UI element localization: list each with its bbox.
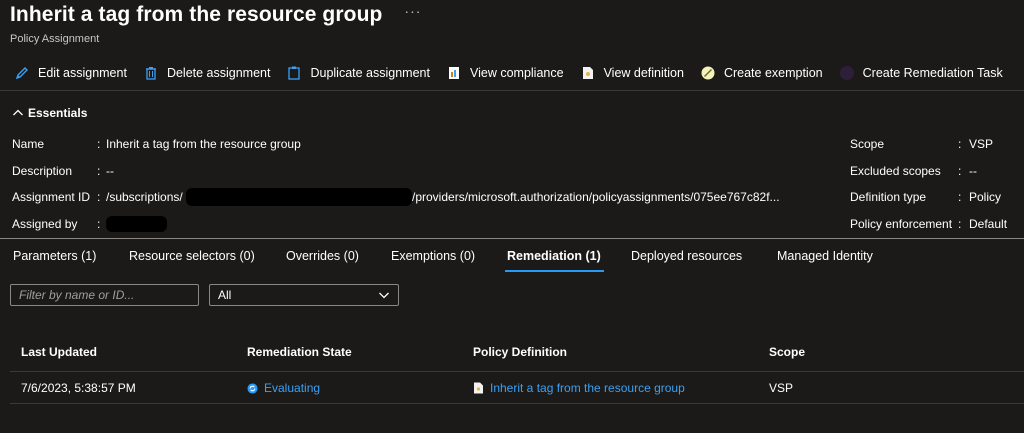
filter-input[interactable]: Filter by name or ID... <box>10 284 199 306</box>
column-header-remediation-state[interactable]: Remediation State <box>247 345 352 359</box>
policy-definition-link[interactable]: Inherit a tag from the resource group <box>490 381 685 395</box>
essentials-row-policy-enforcement: Policy enforcement : Default <box>0 217 1024 233</box>
compliance-report-icon <box>446 65 462 81</box>
column-header-scope[interactable]: Scope <box>769 345 805 359</box>
state-filter-dropdown[interactable]: All <box>209 284 399 306</box>
delete-assignment-label: Delete assignment <box>166 66 271 80</box>
essentials-row-definition-type: Definition type : Policy <box>0 190 1024 206</box>
column-header-policy-definition[interactable]: Policy Definition <box>473 345 567 359</box>
create-exemption-button[interactable]: Create exemption <box>700 65 823 81</box>
create-remediation-task-button[interactable]: Create Remediation Task <box>839 65 1003 81</box>
chevron-up-icon <box>12 108 24 118</box>
essentials-colon: : <box>958 164 962 178</box>
scope-cell: VSP <box>769 381 794 395</box>
essentials-toggle[interactable]: Essentials <box>12 106 87 120</box>
document-icon <box>473 382 484 394</box>
chevron-down-icon <box>378 289 390 304</box>
exemption-icon <box>700 65 716 81</box>
duplicate-assignment-label: Duplicate assignment <box>310 66 430 80</box>
essentials-label: Excluded scopes <box>850 164 941 178</box>
view-compliance-label: View compliance <box>469 66 564 80</box>
last-updated-cell: 7/6/2023, 5:38:57 PM <box>21 381 136 395</box>
command-bar: Edit assignment Delete assignment Duplic… <box>14 62 1019 84</box>
view-definition-button[interactable]: View definition <box>580 65 684 81</box>
essentials-label: Policy enforcement <box>850 217 953 231</box>
policy-definition-cell[interactable]: Inherit a tag from the resource group <box>473 381 685 395</box>
active-tab-indicator <box>505 270 604 272</box>
page-subtitle: Policy Assignment <box>10 33 100 45</box>
essentials-title: Essentials <box>28 106 88 120</box>
scope-value: VSP <box>969 137 994 151</box>
state-filter-value: All <box>218 288 232 302</box>
trash-icon <box>143 65 159 81</box>
essentials-row-scope: Scope : VSP <box>0 137 1024 153</box>
tab-exemptions[interactable]: Exemptions (0) <box>391 249 475 263</box>
edit-assignment-label: Edit assignment <box>38 66 127 80</box>
column-header-last-updated[interactable]: Last Updated <box>21 345 97 359</box>
duplicate-assignment-button[interactable]: Duplicate assignment <box>286 65 430 81</box>
document-icon <box>580 65 596 81</box>
pencil-icon <box>14 65 30 81</box>
view-compliance-button[interactable]: View compliance <box>446 65 564 81</box>
essentials-divider <box>0 238 1024 239</box>
essentials-label: Scope <box>850 137 885 151</box>
excluded-scopes-value: -- <box>969 164 977 178</box>
more-options-button[interactable]: ··· <box>404 3 421 19</box>
essentials-label: Definition type <box>850 190 927 204</box>
delete-assignment-button[interactable]: Delete assignment <box>143 65 271 81</box>
table-header-divider <box>10 371 1024 372</box>
tab-deployed-resources[interactable]: Deployed resources <box>631 249 742 263</box>
tab-remediation[interactable]: Remediation (1) <box>507 249 601 263</box>
definition-type-value: Policy <box>969 190 1002 204</box>
toolbar-divider <box>0 90 1024 91</box>
essentials-row-excluded-scopes: Excluded scopes : -- <box>0 164 1024 180</box>
tab-resource-selectors[interactable]: Resource selectors (0) <box>129 249 255 263</box>
duplicate-icon <box>286 65 302 81</box>
view-definition-label: View definition <box>603 66 684 80</box>
essentials-colon: : <box>958 217 962 231</box>
page-title: Inherit a tag from the resource group <box>10 3 383 26</box>
table-row-divider <box>10 403 1024 404</box>
edit-assignment-button[interactable]: Edit assignment <box>14 65 127 81</box>
remediation-state-link[interactable]: Evaluating <box>264 381 320 395</box>
tab-bar: Parameters (1) Resource selectors (0) Ov… <box>0 240 1024 276</box>
create-exemption-label: Create exemption <box>723 66 823 80</box>
tab-managed-identity[interactable]: Managed Identity <box>777 249 873 263</box>
essentials-colon: : <box>958 190 962 204</box>
refresh-status-icon <box>247 382 258 394</box>
policy-enforcement-value: Default <box>969 217 1008 231</box>
essentials-colon: : <box>958 137 962 151</box>
page-header: Inherit a tag from the resource group ··… <box>10 3 421 27</box>
tab-parameters[interactable]: Parameters (1) <box>13 249 96 263</box>
create-remediation-task-label: Create Remediation Task <box>862 66 1003 80</box>
tab-overrides[interactable]: Overrides (0) <box>286 249 359 263</box>
remediation-icon <box>839 65 855 81</box>
remediation-state-cell[interactable]: Evaluating <box>247 381 320 395</box>
